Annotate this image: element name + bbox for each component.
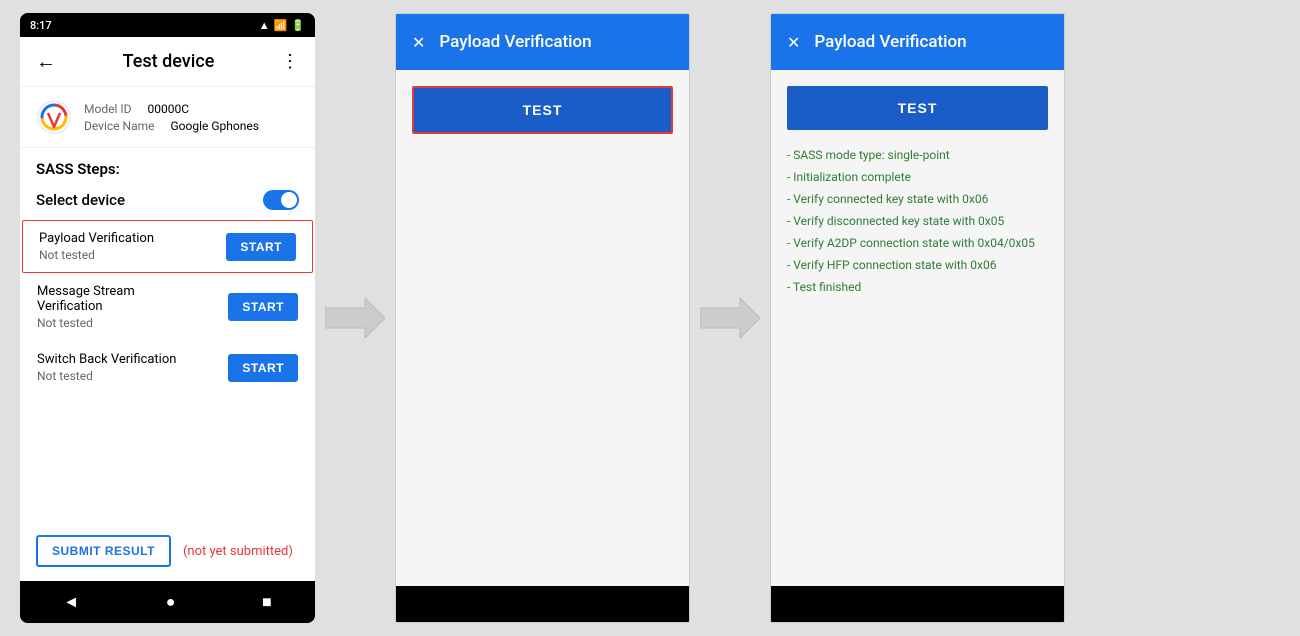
back-nav-button[interactable]: ◄	[47, 586, 95, 618]
result-line-6: - Verify HFP connection state with 0x06	[787, 256, 1048, 274]
test-row-name: Payload Verification	[39, 231, 154, 246]
device-logo	[36, 99, 72, 135]
recents-nav-button[interactable]: ■	[246, 586, 288, 618]
table-row: Message StreamVerification Not tested ST…	[20, 273, 315, 341]
test-rows: Payload Verification Not tested START Me…	[20, 220, 315, 521]
result-line-3: - Verify connected key state with 0x06	[787, 190, 1048, 208]
test-row-name: Switch Back Verification	[37, 352, 176, 367]
result-line-1: - SASS mode type: single-point	[787, 146, 1048, 164]
back-button[interactable]: ←	[36, 49, 56, 74]
status-icons: ▲ 📶 🔋	[259, 19, 305, 32]
submit-area: SUBMIT RESULT (not yet submitted)	[20, 521, 315, 581]
home-nav-button[interactable]: ●	[150, 586, 192, 618]
test-row-status: Not tested	[39, 248, 154, 262]
phone-content: ← Test device ⋮ Model ID 00000C	[20, 37, 315, 581]
page-title: Test device	[123, 51, 215, 72]
select-device-row: Select device	[20, 184, 315, 220]
test-row-status: Not tested	[37, 316, 135, 330]
table-row: Switch Back Verification Not tested STAR…	[20, 341, 315, 394]
arrow-2	[690, 298, 770, 338]
table-row: Payload Verification Not tested START	[22, 220, 313, 273]
result-line-7: - Test finished	[787, 278, 1048, 296]
phone-screen: 8:17 ▲ 📶 🔋 ← Test device ⋮	[20, 13, 315, 623]
dialog-screen-2: ✕ Payload Verification TEST - SASS mode …	[770, 13, 1065, 623]
signal-icon: ▲	[259, 19, 270, 32]
phone-nav-bar: ◄ ● ■	[20, 581, 315, 623]
test-row-info: Message StreamVerification Not tested	[37, 284, 135, 330]
device-name-row: Device Name Google Gphones	[84, 119, 259, 133]
dialog-title-2: Payload Verification	[814, 32, 966, 52]
submission-status: (not yet submitted)	[183, 544, 293, 559]
dialog-header-1: ✕ Payload Verification	[396, 14, 689, 70]
dialog-body-1: TEST	[396, 70, 689, 586]
submit-result-button[interactable]: SUBMIT RESULT	[36, 535, 171, 567]
more-options-icon[interactable]: ⋮	[281, 51, 299, 72]
battery-icon: 🔋	[291, 19, 305, 32]
test-row-info: Payload Verification Not tested	[39, 231, 154, 262]
dialog-close-icon-1[interactable]: ✕	[412, 33, 425, 52]
toggle-knob	[281, 192, 297, 208]
device-details: Model ID 00000C Device Name Google Gphon…	[84, 102, 259, 133]
result-line-2: - Initialization complete	[787, 168, 1048, 186]
test-row-status: Not tested	[37, 369, 176, 383]
dialog-title-1: Payload Verification	[439, 32, 591, 52]
dialog-bottom-bar-2	[771, 586, 1064, 622]
arrow-1	[315, 298, 395, 338]
device-info: Model ID 00000C Device Name Google Gphon…	[20, 87, 315, 148]
wifi-icon: 📶	[274, 19, 288, 32]
dialog-bottom-bar-1	[396, 586, 689, 622]
status-time: 8:17	[30, 19, 52, 32]
arrow-icon-2	[700, 298, 760, 338]
model-id-label: Model ID	[84, 102, 131, 116]
switch-back-start-button[interactable]: START	[228, 354, 298, 382]
message-stream-start-button[interactable]: START	[228, 293, 298, 321]
dialog-screen-1: ✕ Payload Verification TEST	[395, 13, 690, 623]
dialog-body-2: TEST - SASS mode type: single-point - In…	[771, 70, 1064, 586]
select-device-toggle[interactable]	[263, 190, 299, 210]
dialog-close-icon-2[interactable]: ✕	[787, 33, 800, 52]
device-name-value: Google Gphones	[171, 119, 259, 133]
model-id-value: 00000C	[147, 102, 189, 116]
test-row-info: Switch Back Verification Not tested	[37, 352, 176, 383]
status-bar: 8:17 ▲ 📶 🔋	[20, 13, 315, 37]
device-name-label: Device Name	[84, 119, 155, 133]
payload-start-button[interactable]: START	[226, 233, 296, 261]
model-id-row: Model ID 00000C	[84, 102, 259, 116]
result-lines: - SASS mode type: single-point - Initial…	[787, 146, 1048, 296]
dialog-header-2: ✕ Payload Verification	[771, 14, 1064, 70]
main-container: 8:17 ▲ 📶 🔋 ← Test device ⋮	[0, 0, 1300, 636]
select-device-label: Select device	[36, 191, 125, 209]
phone-header: ← Test device ⋮	[20, 37, 315, 87]
arrow-icon-1	[325, 298, 385, 338]
test-button-1[interactable]: TEST	[412, 86, 673, 134]
sass-steps-label: SASS Steps:	[20, 148, 315, 184]
result-line-4: - Verify disconnected key state with 0x0…	[787, 212, 1048, 230]
result-line-5: - Verify A2DP connection state with 0x04…	[787, 234, 1048, 252]
test-row-name: Message StreamVerification	[37, 284, 135, 314]
test-button-2[interactable]: TEST	[787, 86, 1048, 130]
